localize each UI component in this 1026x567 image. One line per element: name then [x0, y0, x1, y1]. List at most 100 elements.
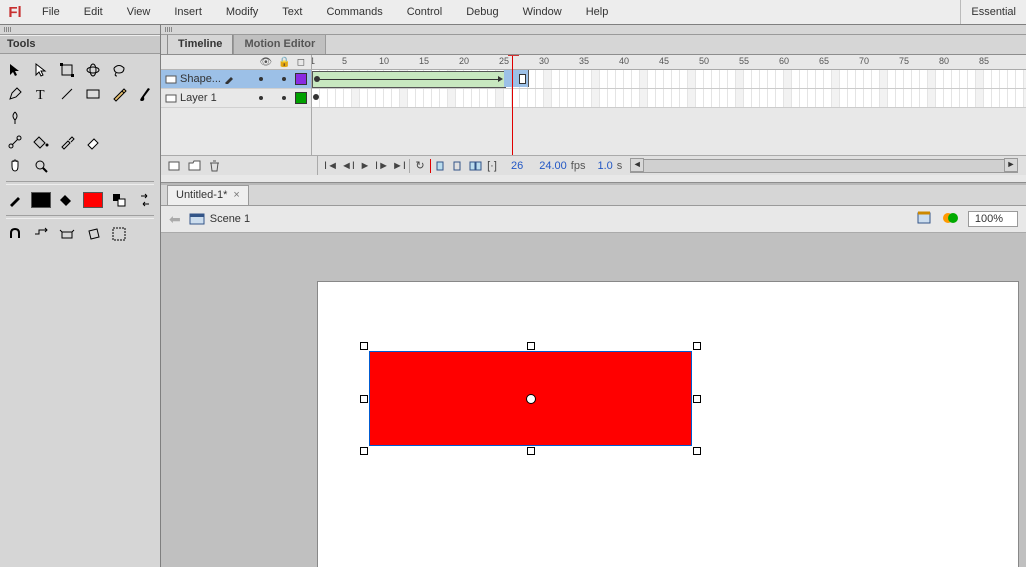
elapsed-time[interactable]: 1.0	[597, 160, 612, 172]
resize-handle-ne[interactable]	[693, 342, 701, 350]
goto-first-button[interactable]: I◄	[324, 159, 338, 173]
eyedropper-tool[interactable]	[55, 130, 79, 154]
brush-tool[interactable]	[133, 82, 157, 106]
fps-label: fps	[571, 160, 586, 172]
menu-commands[interactable]: Commands	[314, 0, 394, 24]
menu-modify[interactable]: Modify	[214, 0, 270, 24]
stroke-color-tool[interactable]	[3, 188, 27, 212]
stage[interactable]	[317, 281, 1019, 567]
workspace-switcher[interactable]: Essential	[960, 0, 1026, 24]
scene-label[interactable]: Scene 1	[210, 213, 250, 225]
lock-header-icon[interactable]: 🔒	[278, 57, 290, 68]
line-tool[interactable]	[55, 82, 79, 106]
onion-skin-button[interactable]	[434, 159, 448, 173]
edit-multiple-frames-button[interactable]	[468, 159, 482, 173]
app-logo: Fl	[0, 4, 30, 21]
menu-text[interactable]: Text	[270, 0, 314, 24]
bone-tool[interactable]	[3, 130, 27, 154]
menu-window[interactable]: Window	[511, 0, 574, 24]
play-button[interactable]: ►	[358, 159, 372, 173]
resize-handle-nw[interactable]	[360, 342, 368, 350]
document-tab[interactable]: Untitled-1* ×	[167, 185, 249, 205]
new-folder-button[interactable]	[187, 159, 201, 173]
frame-rate[interactable]: 24.00	[539, 160, 567, 172]
menu-view[interactable]: View	[115, 0, 163, 24]
stage-area[interactable]	[161, 233, 1026, 567]
step-forward-button[interactable]: I►	[375, 159, 389, 173]
subselection-tool[interactable]	[29, 58, 53, 82]
menu-insert[interactable]: Insert	[162, 0, 214, 24]
selected-frames[interactable]	[504, 70, 529, 87]
selection-tool[interactable]	[3, 58, 27, 82]
rotate-skew-option[interactable]	[81, 222, 105, 246]
menu-help[interactable]: Help	[574, 0, 621, 24]
resize-handle-s[interactable]	[527, 447, 535, 455]
smooth-option[interactable]	[29, 222, 53, 246]
step-back-button[interactable]: ◄I	[341, 159, 355, 173]
playhead[interactable]	[512, 56, 513, 155]
onion-skin-outlines-button[interactable]	[451, 159, 465, 173]
visibility-header-icon[interactable]: 👁	[260, 57, 273, 68]
3d-rotation-tool[interactable]	[81, 58, 105, 82]
current-frame[interactable]: 26	[511, 160, 523, 172]
back-button[interactable]: ⬅	[169, 211, 181, 228]
delete-layer-button[interactable]	[207, 159, 221, 173]
menu-control[interactable]: Control	[395, 0, 454, 24]
text-tool[interactable]: T	[29, 82, 53, 106]
document-tab-label: Untitled-1*	[176, 186, 227, 205]
transform-center[interactable]	[526, 394, 536, 404]
loop-button[interactable]: ↻	[413, 159, 427, 173]
layer-color-swatch[interactable]	[295, 92, 307, 104]
eraser-tool[interactable]	[81, 130, 105, 154]
keyframe[interactable]	[313, 94, 319, 100]
resize-handle-se[interactable]	[693, 447, 701, 455]
layer-row-shape[interactable]: Shape...	[161, 70, 311, 89]
resize-handle-sw[interactable]	[360, 447, 368, 455]
free-transform-tool[interactable]	[55, 58, 79, 82]
hand-tool[interactable]	[3, 154, 27, 178]
frames-row-layer1[interactable]	[312, 89, 1026, 108]
fill-swatch[interactable]	[81, 188, 105, 212]
tab-timeline[interactable]: Timeline	[167, 34, 233, 54]
layer-row-layer1[interactable]: Layer 1	[161, 89, 311, 108]
menu-file[interactable]: File	[30, 0, 72, 24]
resize-handle-n[interactable]	[527, 342, 535, 350]
frame-ruler[interactable]: 1510152025303540455055606570758085	[312, 55, 1026, 70]
default-colors[interactable]	[107, 188, 131, 212]
frames-row-shape[interactable]	[312, 70, 1026, 89]
pen-tool[interactable]	[3, 82, 27, 106]
straighten-option[interactable]	[55, 222, 79, 246]
fill-color-tool[interactable]	[55, 188, 79, 212]
stroke-swatch[interactable]	[29, 188, 53, 212]
snap-option[interactable]	[3, 222, 27, 246]
scale-option[interactable]	[107, 222, 131, 246]
panel-grip[interactable]	[0, 25, 160, 35]
new-layer-button[interactable]	[167, 159, 181, 173]
resize-handle-e[interactable]	[693, 395, 701, 403]
paint-bucket-tool[interactable]	[29, 130, 53, 154]
menu-debug[interactable]: Debug	[454, 0, 510, 24]
deco-tool[interactable]	[3, 106, 27, 130]
rectangle-tool[interactable]	[81, 82, 105, 106]
layer-name: Shape...	[180, 73, 221, 85]
shape-tween-span[interactable]	[312, 71, 506, 88]
goto-last-button[interactable]: ►I	[392, 159, 406, 173]
lasso-tool[interactable]	[107, 58, 131, 82]
frames-column: 1510152025303540455055606570758085	[312, 55, 1026, 155]
pencil-tool[interactable]	[107, 82, 131, 106]
menu-edit[interactable]: Edit	[72, 0, 115, 24]
edit-scene-button[interactable]	[916, 210, 934, 229]
zoom-field[interactable]: 100%	[968, 211, 1018, 227]
swap-colors[interactable]	[133, 188, 157, 212]
zoom-tool[interactable]	[29, 154, 53, 178]
outline-header-icon[interactable]: ◻	[297, 57, 305, 68]
timeline-grip[interactable]	[161, 25, 1026, 35]
tools-panel: Tools T	[0, 25, 161, 567]
tab-motion-editor[interactable]: Motion Editor	[233, 34, 326, 54]
modify-markers-button[interactable]: [·]	[485, 159, 499, 173]
timeline-scrollbar[interactable]	[630, 159, 1018, 173]
edit-symbols-button[interactable]	[942, 210, 960, 229]
layer-color-swatch[interactable]	[295, 73, 307, 85]
resize-handle-w[interactable]	[360, 395, 368, 403]
close-tab-icon[interactable]: ×	[233, 186, 239, 205]
